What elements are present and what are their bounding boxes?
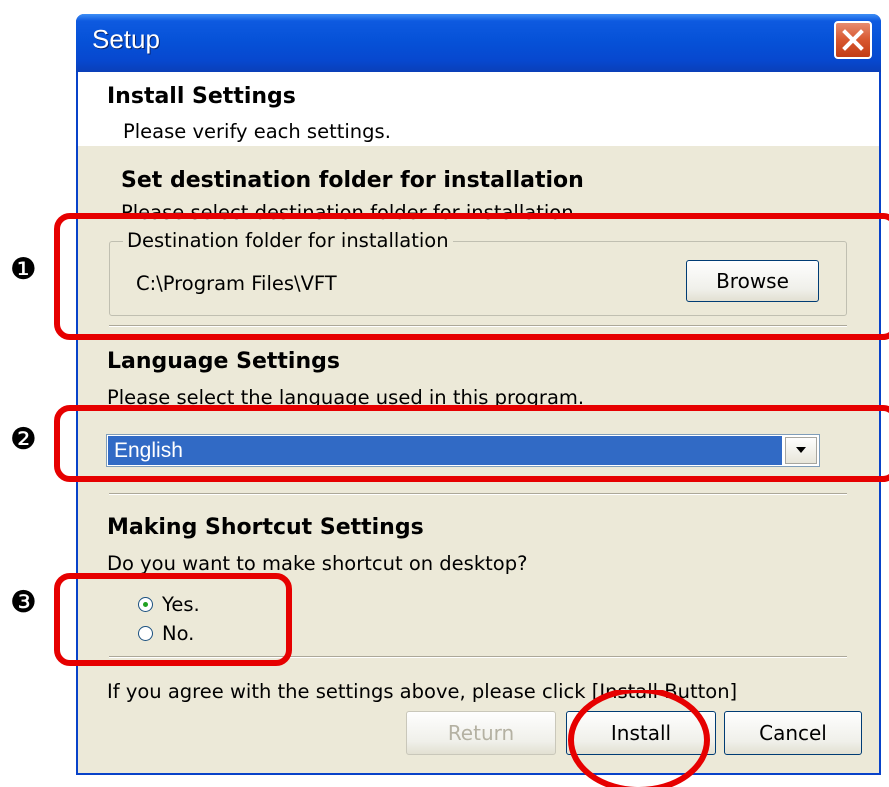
header-title: Install Settings: [107, 84, 296, 109]
shortcut-heading: Making Shortcut Settings: [107, 515, 424, 540]
separator-2: [109, 493, 847, 495]
annotation-box-1: [54, 213, 889, 340]
title-bar[interactable]: [76, 14, 881, 72]
annotation-marker-3: ❸: [10, 585, 37, 620]
annotation-circle-install: [568, 690, 710, 787]
cancel-button[interactable]: Cancel: [724, 711, 862, 755]
annotation-box-2: [54, 405, 889, 482]
return-button[interactable]: Return: [406, 711, 556, 755]
close-button[interactable]: [834, 21, 872, 59]
window-title: Setup: [92, 24, 160, 54]
annotation-marker-1: ❶: [10, 252, 37, 287]
annotation-box-3: [54, 573, 292, 666]
close-icon: [842, 29, 864, 51]
annotation-marker-2: ❷: [10, 422, 37, 457]
destination-heading: Set destination folder for installation: [121, 168, 584, 193]
header-subtitle: Please verify each settings.: [123, 120, 391, 143]
shortcut-question: Do you want to make shortcut on desktop?: [107, 552, 528, 575]
language-heading: Language Settings: [107, 349, 340, 374]
